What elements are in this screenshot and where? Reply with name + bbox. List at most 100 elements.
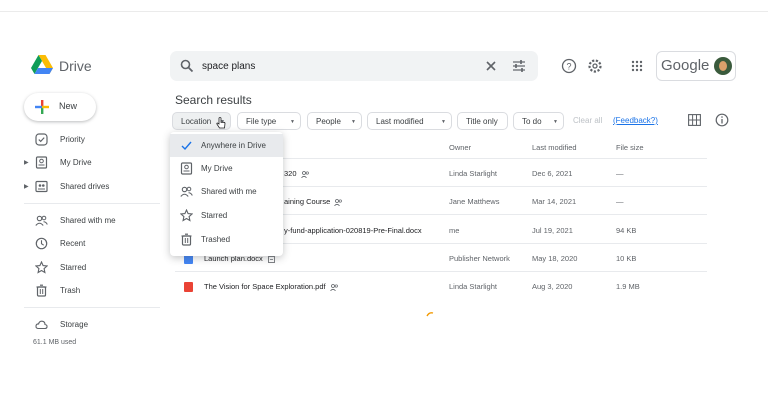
filter-last-modified[interactable]: Last modified ▼ — [367, 112, 452, 130]
table-row-name[interactable]: y-fund-application-020819-Pre-Final.docx — [284, 226, 422, 235]
my-drive-icon — [35, 156, 48, 169]
sidebar-divider — [24, 203, 160, 204]
filter-people[interactable]: People ▼ — [307, 112, 362, 130]
column-header-last-modified[interactable]: Last modified — [532, 143, 577, 152]
people-icon — [35, 215, 48, 226]
sidebar-item-label: Priority — [60, 135, 85, 144]
table-cell-modified: Aug 3, 2020 — [532, 282, 573, 291]
sidebar-item-label: Starred — [60, 263, 87, 272]
table-cell-size: 94 KB — [616, 226, 637, 235]
expand-arrow-icon[interactable]: ▶ — [24, 183, 29, 190]
column-header-owner[interactable]: Owner — [449, 143, 471, 152]
table-cell-owner: Linda Starlight — [449, 282, 497, 291]
search-icon[interactable] — [180, 59, 194, 73]
expand-arrow-icon[interactable]: ▶ — [24, 159, 29, 166]
people-icon — [180, 186, 193, 197]
sidebar-item-label: Recent — [60, 239, 86, 248]
chevron-down-icon: ▼ — [553, 119, 558, 125]
drive-logo-icon[interactable] — [31, 55, 53, 75]
shared-people-icon — [300, 170, 309, 178]
menu-item-label: Trashed — [201, 235, 231, 244]
menu-item-label: Shared with me — [201, 187, 257, 196]
menu-item-shared-with-me[interactable]: Shared with me — [170, 180, 283, 203]
avatar[interactable] — [714, 57, 732, 75]
table-cell-modified: Jul 19, 2021 — [532, 226, 573, 235]
table-cell-size: 1.9 MB — [616, 282, 640, 291]
new-button[interactable]: New — [24, 93, 96, 121]
hand-cursor-icon — [216, 117, 226, 129]
table-cell-modified: Mar 14, 2021 — [532, 197, 577, 206]
trash-icon — [181, 233, 192, 246]
sidebar-item-shared-drives[interactable]: ▶ Shared drives — [24, 178, 154, 196]
column-header-file-size[interactable]: File size — [616, 143, 644, 152]
drive-brand-label[interactable]: Drive — [59, 58, 92, 74]
table-cell-size: — — [616, 197, 624, 206]
apps-grid-icon[interactable] — [629, 58, 645, 74]
menu-item-label: Starred — [201, 211, 228, 220]
table-cell-size: — — [616, 169, 624, 178]
close-icon[interactable] — [484, 59, 498, 73]
filter-label: To do — [522, 117, 542, 126]
table-cell-size: 10 KB — [616, 254, 637, 263]
sidebar-item-label: Shared with me — [60, 216, 116, 225]
feedback-link[interactable]: (Feedback?) — [613, 116, 658, 125]
table-cell-modified: Dec 6, 2021 — [532, 169, 573, 178]
chevron-down-icon: ▼ — [441, 119, 446, 125]
help-icon[interactable]: ? — [561, 58, 577, 74]
loading-spinner-icon — [426, 312, 434, 317]
row-divider — [175, 271, 707, 272]
location-dropdown-menu: Anywhere in Drive My Drive Shared with m… — [170, 132, 283, 256]
new-button-label: New — [59, 101, 78, 111]
sidebar-item-label: My Drive — [60, 158, 92, 167]
sidebar-divider — [24, 307, 160, 308]
page-title: Search results — [175, 93, 252, 107]
table-cell-modified: May 18, 2020 — [532, 254, 578, 263]
filter-label: Last modified — [376, 117, 424, 126]
menu-item-starred[interactable]: Starred — [170, 204, 283, 227]
search-options-icon[interactable] — [512, 59, 526, 73]
table-row-name[interactable]: aining Course — [284, 197, 343, 206]
sidebar-item-shared-with-me[interactable]: Shared with me — [24, 212, 154, 230]
table-cell-owner: Publisher Network — [449, 254, 510, 263]
my-drive-icon — [180, 162, 193, 175]
plus-icon — [35, 100, 49, 114]
sidebar-item-trash[interactable]: Trash — [24, 282, 154, 300]
table-row-name[interactable]: The Vision for Space Exploration.pdf — [204, 282, 339, 291]
chevron-down-icon: ▼ — [290, 119, 295, 125]
sidebar-item-label: Storage — [60, 320, 89, 329]
cloud-icon — [35, 320, 48, 330]
filter-label: Location — [181, 117, 212, 126]
sidebar-item-label: Shared drives — [60, 182, 110, 191]
filter-title-only[interactable]: Title only — [457, 112, 508, 130]
clear-all-button[interactable]: Clear all — [573, 116, 602, 125]
sidebar-item-starred[interactable]: Starred — [24, 259, 154, 277]
sidebar-item-storage[interactable]: Storage — [24, 316, 154, 334]
shared-drives-icon — [35, 180, 48, 193]
filter-label: Title only — [466, 117, 498, 126]
menu-item-label: Anywhere in Drive — [201, 141, 266, 150]
gear-icon[interactable] — [587, 58, 603, 74]
menu-item-label: My Drive — [201, 164, 233, 173]
top-divider — [0, 11, 768, 12]
table-row-name[interactable]: 320 — [284, 169, 310, 178]
menu-item-my-drive[interactable]: My Drive — [170, 157, 283, 180]
check-icon — [181, 141, 192, 151]
filter-label: File type — [246, 117, 277, 126]
sidebar-item-my-drive[interactable]: ▶ My Drive — [24, 154, 154, 172]
info-icon[interactable] — [715, 113, 729, 127]
table-cell-owner: Linda Starlight — [449, 169, 497, 178]
filter-to-do[interactable]: To do ▼ — [513, 112, 564, 130]
sidebar-item-priority[interactable]: Priority — [24, 131, 154, 149]
shared-drive-file-icon — [267, 255, 275, 263]
sidebar-item-recent[interactable]: Recent — [24, 235, 154, 253]
chevron-down-icon: ▼ — [351, 119, 356, 125]
table-cell-owner: me — [449, 226, 460, 235]
search-bar[interactable] — [170, 51, 538, 81]
grid-view-icon[interactable] — [688, 114, 701, 126]
star-icon — [180, 209, 193, 222]
menu-item-trashed[interactable]: Trashed — [170, 228, 283, 251]
search-input[interactable] — [202, 58, 472, 74]
account-switcher[interactable]: Google — [656, 51, 736, 81]
filter-file-type[interactable]: File type ▼ — [237, 112, 301, 130]
menu-item-anywhere-in-drive[interactable]: Anywhere in Drive — [170, 134, 283, 157]
